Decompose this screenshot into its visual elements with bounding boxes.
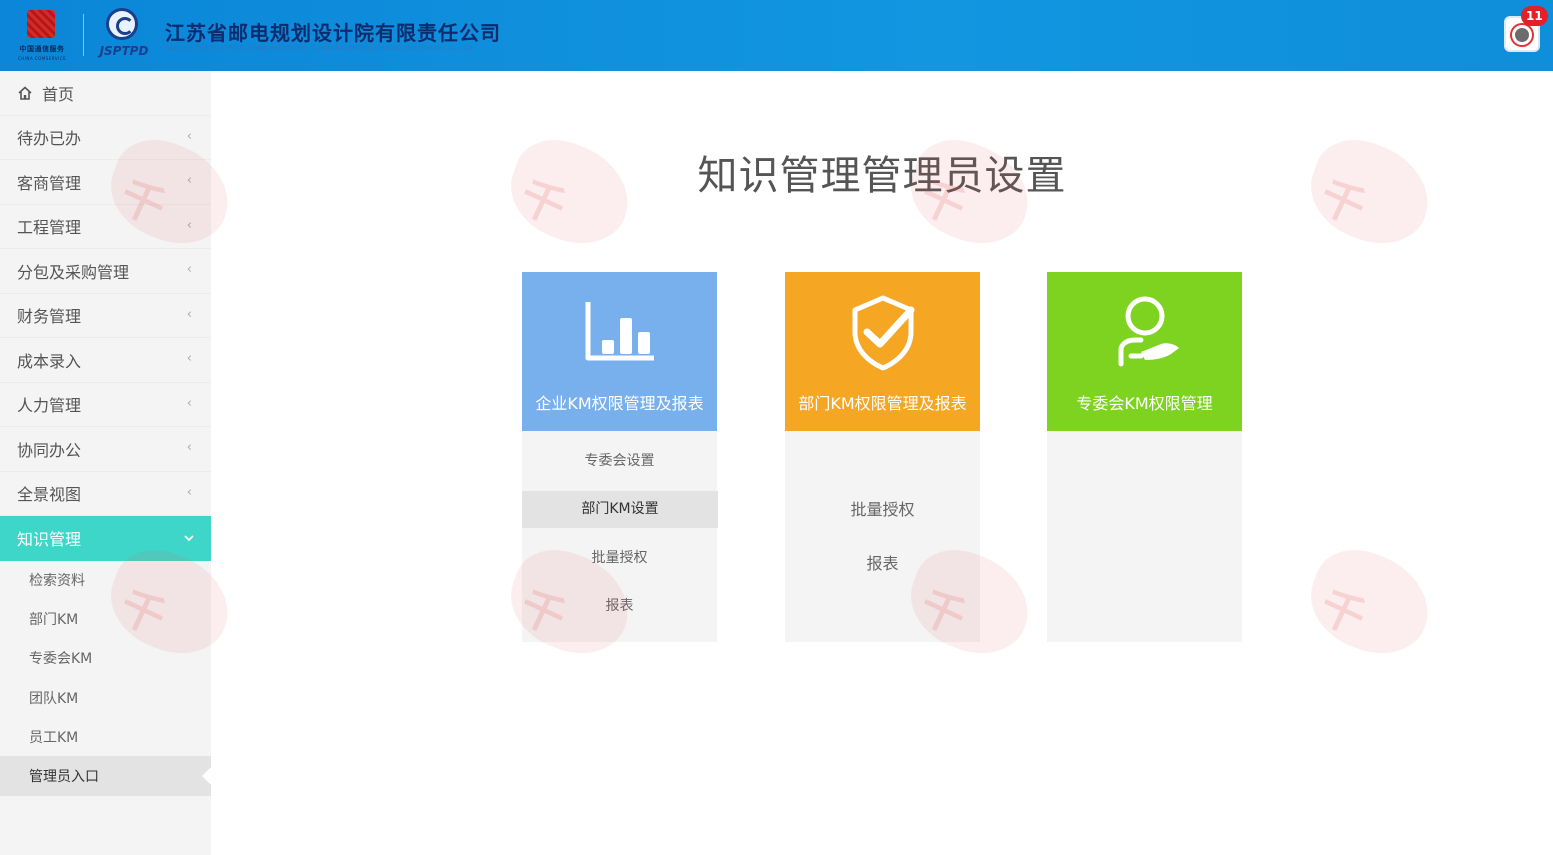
submenu-item-search[interactable]: 检索资料: [0, 561, 211, 600]
chevron-left-icon: ‹: [186, 440, 192, 455]
logo-divider: [83, 14, 84, 56]
chevron-left-icon: ‹: [186, 128, 192, 144]
sidebar-item-home[interactable]: 首页: [0, 71, 211, 116]
main-content: 知识管理管理员设置 企业KM权限管理及报表 专委会设置 部门KM设置 批量授权 …: [211, 71, 1553, 855]
notification-badge[interactable]: 11: [1521, 6, 1548, 26]
shield-check-icon: [852, 295, 915, 371]
submenu-item-admin-entry[interactable]: 管理员入口: [0, 756, 211, 796]
submenu-item-committee-km[interactable]: 专委会KM: [0, 639, 211, 678]
card-enterprise-km-links: 专委会设置 部门KM设置 批量授权 报表: [522, 431, 718, 630]
chevron-left-icon: ‹: [186, 262, 192, 277]
sidebar: 首页 待办已办 ‹ 客商管理 ‹ 工程管理 ‹ 分包及采购管理 ‹ 财务管理 ‹ 成本录入…: [0, 71, 211, 855]
sidebar-item-label: 分包及采购管理: [17, 262, 130, 282]
sidebar-item-label: 全景视图: [17, 485, 82, 505]
logo-caption: 中国通信服务: [19, 45, 65, 53]
card-committee-km: 专委会KM权限管理: [1047, 272, 1242, 642]
chevron-left-icon: ‹: [186, 351, 192, 366]
link-batch-authorize[interactable]: 批量授权: [522, 534, 717, 582]
page-title: 知识管理管理员设置: [697, 153, 1067, 199]
sidebar-item-knowledge[interactable]: 知识管理: [0, 516, 211, 561]
china-comservice-logo: 中国通信服务 CHINA COMSERVICE: [8, 6, 76, 64]
card-committee-km-header[interactable]: 专委会KM权限管理: [1047, 272, 1242, 431]
logo-subcaption: CHINA COMSERVICE: [17, 56, 67, 61]
card-dept-km-header[interactable]: 部门KM权限管理及报表: [785, 272, 980, 431]
top-header: 中国通信服务 CHINA COMSERVICE JSPTPD 江苏省邮电规划设计…: [0, 0, 1553, 71]
card-committee-km-title: 专委会KM权限管理: [1076, 394, 1213, 413]
card-dept-km: 部门KM权限管理及报表 批量授权 报表: [785, 272, 980, 642]
card-dept-km-title: 部门KM权限管理及报表: [798, 394, 967, 413]
home-icon: [18, 86, 32, 100]
jsptpd-mark-icon: [106, 8, 138, 40]
sidebar-item-hr[interactable]: 人力管理 ‹: [0, 382, 211, 427]
sidebar-item-todo[interactable]: 待办已办 ‹: [0, 115, 211, 160]
link-dept-km-settings[interactable]: 部门KM设置: [522, 491, 718, 528]
card-dept-km-links: 批量授权 报表: [785, 431, 980, 591]
link-reports[interactable]: 报表: [785, 537, 980, 591]
jsptpd-caption: JSPTPD: [99, 44, 149, 58]
submenu-item-dept-km[interactable]: 部门KM: [0, 600, 211, 639]
card-enterprise-km-header[interactable]: 企业KM权限管理及报表: [522, 272, 717, 431]
sidebar-item-clients[interactable]: 客商管理 ‹: [0, 160, 211, 205]
company-name: 江苏省邮电规划设计院有限责任公司: [165, 21, 501, 45]
submenu-item-team-km[interactable]: 团队KM: [0, 678, 211, 717]
link-batch-authorize[interactable]: 批量授权: [785, 483, 980, 537]
chevron-left-icon: ‹: [186, 484, 192, 500]
sidebar-item-label: 客商管理: [17, 173, 82, 193]
china-comservice-mark-icon: [27, 10, 55, 38]
link-reports[interactable]: 报表: [522, 582, 717, 630]
chevron-left-icon: ‹: [186, 395, 192, 411]
sidebar-item-label: 工程管理: [17, 218, 82, 238]
submenu-item-staff-km[interactable]: 员工KM: [0, 717, 211, 756]
sidebar-item-projects[interactable]: 工程管理 ‹: [0, 204, 211, 249]
avatar-face-icon: [1512, 25, 1532, 45]
sidebar-item-panorama[interactable]: 全景视图 ‹: [0, 471, 211, 516]
bar-chart-icon: [585, 302, 654, 361]
sidebar-item-finance[interactable]: 财务管理 ‹: [0, 293, 211, 338]
chevron-down-icon: [184, 535, 194, 542]
sidebar-item-label: 财务管理: [17, 307, 82, 327]
sidebar-item-label: 协同办公: [17, 440, 82, 460]
chevron-left-icon: ‹: [186, 173, 192, 188]
chevron-left-icon: ‹: [186, 306, 192, 322]
sidebar-item-collaboration[interactable]: 协同办公 ‹: [0, 427, 211, 472]
sidebar-item-label: 人力管理: [17, 396, 82, 416]
link-committee-settings[interactable]: 专委会设置: [522, 437, 717, 485]
knowledge-submenu: 检索资料 部门KM 专委会KM 团队KM 员工KM 管理员入口: [0, 560, 211, 796]
sidebar-item-label: 待办已办: [17, 129, 82, 149]
company-name-en-decoration: JIANGSU POSTS & TELECOMMUNICATIONS PLANN…: [165, 45, 476, 52]
jsptpd-logo: JSPTPD: [95, 6, 153, 64]
user-hand-icon: [1118, 296, 1179, 367]
sidebar-item-label: 知识管理: [17, 530, 82, 550]
card-enterprise-km: 企业KM权限管理及报表 专委会设置 部门KM设置 批量授权 报表: [522, 272, 718, 642]
sidebar-item-label: 首页: [42, 84, 75, 104]
card-enterprise-km-title: 企业KM权限管理及报表: [535, 394, 704, 413]
sidebar-item-procurement[interactable]: 分包及采购管理 ‹: [0, 249, 211, 294]
sidebar-item-cost-entry[interactable]: 成本录入 ‹: [0, 338, 211, 383]
sidebar-item-label: 成本录入: [17, 351, 82, 371]
chevron-left-icon: ‹: [186, 217, 192, 233]
